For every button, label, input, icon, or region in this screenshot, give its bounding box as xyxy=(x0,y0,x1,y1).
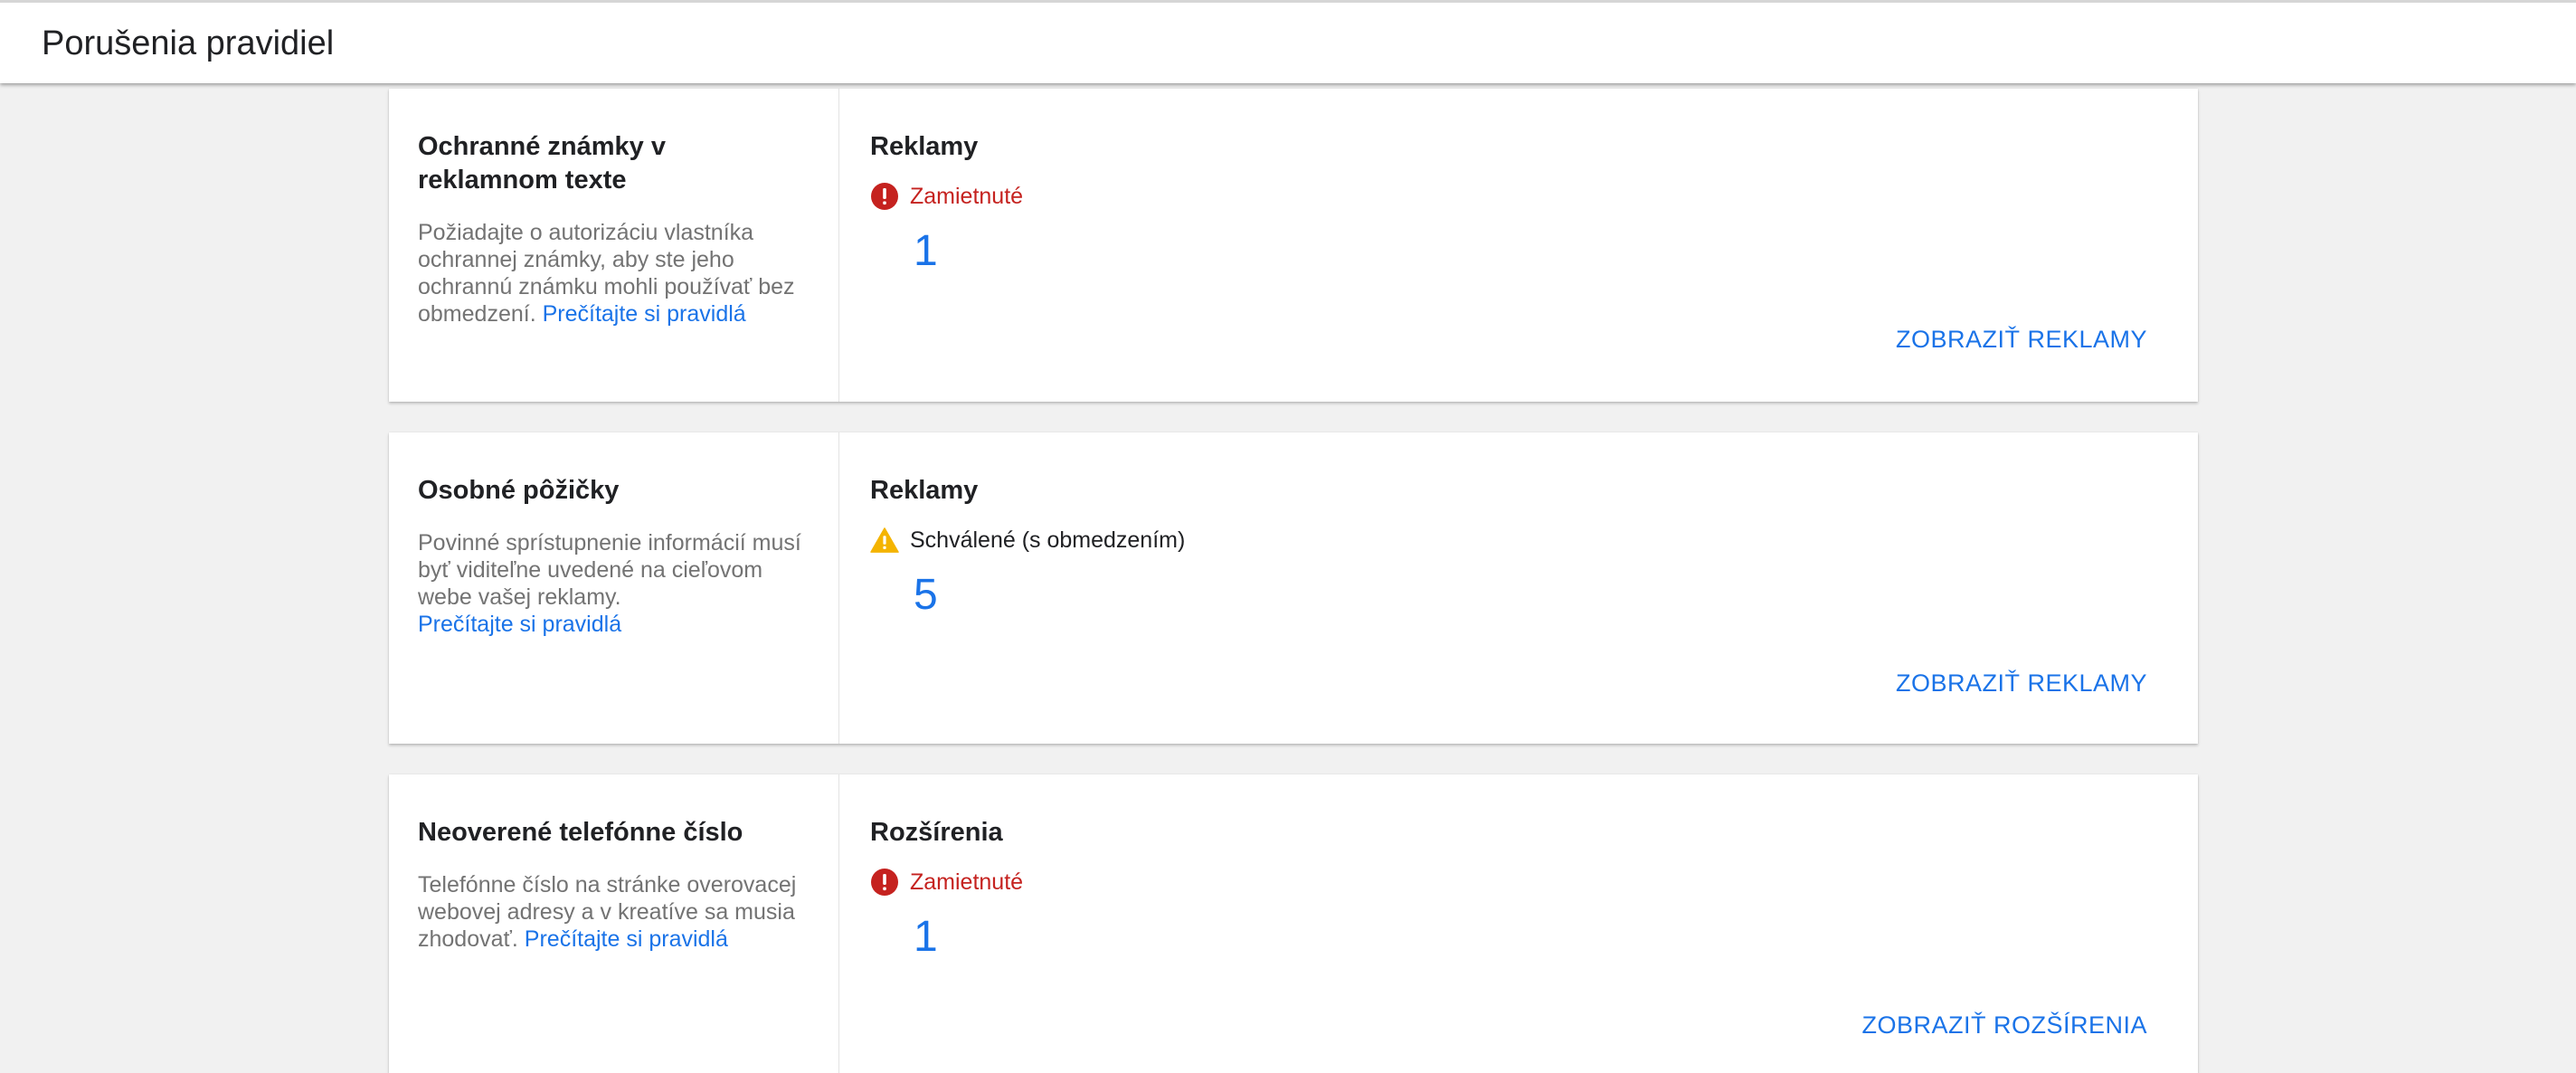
read-policy-link[interactable]: Prečítajte si pravidlá xyxy=(525,926,728,952)
status-row: Zamietnuté xyxy=(870,178,2167,214)
policy-title: Osobné pôžičky xyxy=(418,476,620,505)
section-title: Reklamy xyxy=(870,132,979,161)
error-icon xyxy=(870,868,899,897)
section-title: Rozšírenia xyxy=(870,818,1003,847)
view-ads-button[interactable]: ZOBRAZIŤ REKLAMY xyxy=(1896,668,2147,698)
affected-items: Reklamy Zamietnuté 1 ZOBRAZIŤ REKLAMY xyxy=(839,89,2198,402)
warning-icon xyxy=(870,526,899,555)
policy-info: Neoverené telefónne číslo Telefónne čísl… xyxy=(389,774,839,1073)
policy-description: Požiadajte o autorizáciu vlastníka ochra… xyxy=(418,219,810,328)
section-title: Reklamy xyxy=(870,476,979,505)
read-policy-link[interactable]: Prečítajte si pravidlá xyxy=(418,612,621,637)
policy-card-trademarks: Ochranné známky v reklamnom texte Požiad… xyxy=(389,89,2198,402)
policy-card-unverified-phone: Neoverené telefónne číslo Telefónne čísl… xyxy=(389,774,2198,1073)
affected-count[interactable]: 1 xyxy=(914,225,2167,278)
affected-items: Rozšírenia Zamietnuté 1 ZOBRAZIŤ ROZŠÍRE… xyxy=(839,774,2198,1073)
error-icon xyxy=(870,182,899,211)
policy-description: Povinné sprístupnenie informácií musí by… xyxy=(418,529,810,638)
policy-card-personal-loans: Osobné pôžičky Povinné sprístupnenie inf… xyxy=(389,432,2198,744)
affected-count[interactable]: 1 xyxy=(914,911,2167,964)
policy-description-text: Povinné sprístupnenie informácií musí by… xyxy=(418,530,801,610)
status-row: Schválené (s obmedzením) xyxy=(870,522,2167,558)
view-extensions-button[interactable]: ZOBRAZIŤ ROZŠÍRENIA xyxy=(1861,1010,2147,1040)
policy-title: Neoverené telefónne číslo xyxy=(418,818,743,847)
view-ads-button[interactable]: ZOBRAZIŤ REKLAMY xyxy=(1896,324,2147,355)
policy-description: Telefónne číslo na stránke overovacej we… xyxy=(418,871,810,953)
page-title: Porušenia pravidiel xyxy=(42,24,335,62)
status-label: Zamietnuté xyxy=(910,869,1024,895)
policy-info: Ochranné známky v reklamnom texte Požiad… xyxy=(389,89,839,402)
status-label: Schválené (s obmedzením) xyxy=(910,527,1186,553)
status-label: Zamietnuté xyxy=(910,184,1024,209)
top-app-bar: Porušenia pravidiel xyxy=(0,0,2576,83)
status-row: Zamietnuté xyxy=(870,864,2167,900)
policy-title: Ochranné známky v reklamnom texte xyxy=(418,132,666,195)
read-policy-link[interactable]: Prečítajte si pravidlá xyxy=(543,301,746,327)
affected-items: Reklamy Schválené (s obmedzením) 5 ZOBRA… xyxy=(839,432,2198,744)
policy-info: Osobné pôžičky Povinné sprístupnenie inf… xyxy=(389,432,839,744)
affected-count[interactable]: 5 xyxy=(914,569,2167,622)
